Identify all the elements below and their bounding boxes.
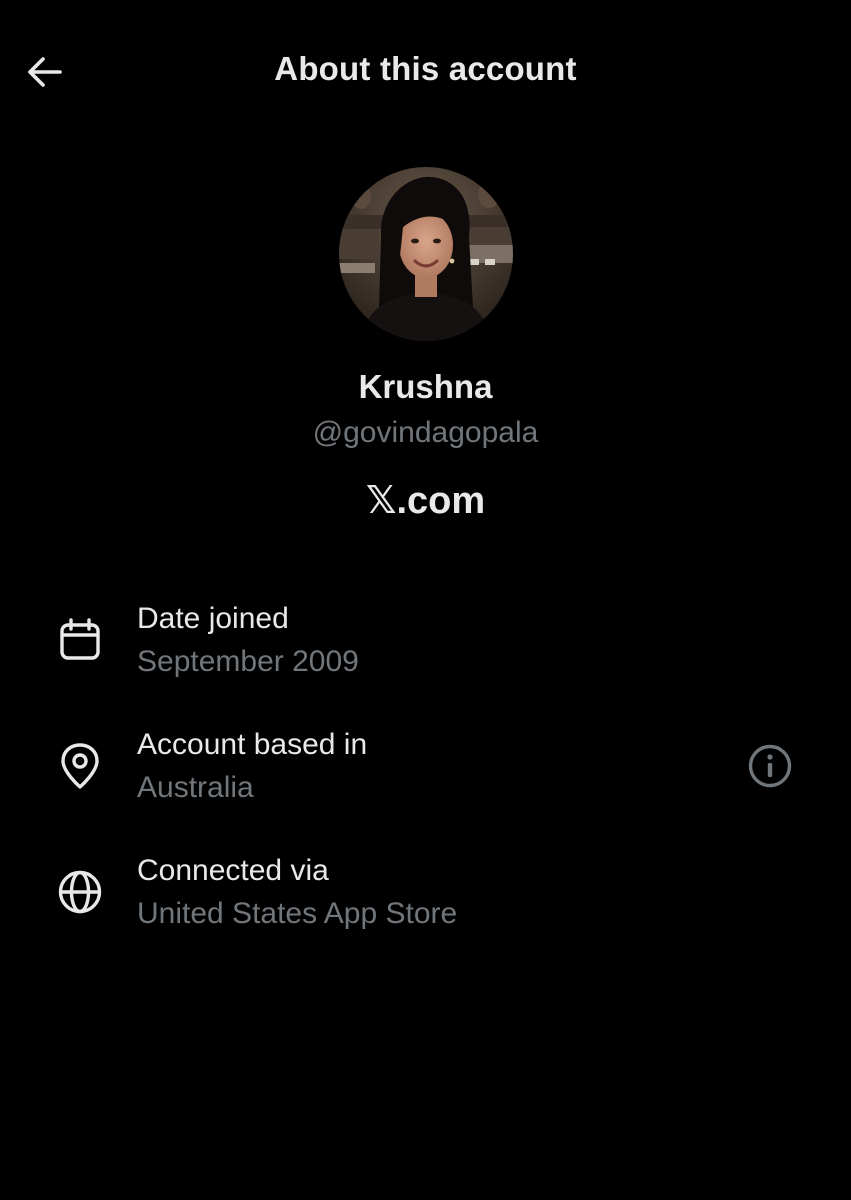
page-title: About this account [274, 50, 577, 87]
date-joined-label: Date joined [137, 602, 289, 635]
display-name: Krushna [358, 368, 493, 405]
domain-label: 𝕏.com [365, 480, 486, 522]
location-info-button[interactable] [744, 740, 796, 792]
connected-via-row: Connected via United States App Store [0, 852, 851, 952]
calendar-icon [60, 618, 100, 660]
connected-via-label: Connected via [137, 854, 329, 887]
profile-photo [339, 167, 513, 341]
connected-via-value: United States App Store [137, 897, 458, 930]
username-handle: @govindagopala [312, 416, 539, 449]
avatar[interactable] [339, 167, 513, 341]
location-pin-icon-wrap [52, 738, 108, 794]
date-joined-value: September 2009 [137, 645, 359, 678]
location-pin-icon [61, 743, 99, 789]
globe-icon [58, 870, 102, 914]
top-bar: About this account [0, 0, 851, 140]
account-based-in-value: Australia [137, 771, 254, 804]
account-based-in-row: Account based in Australia [0, 726, 851, 826]
calendar-icon-wrap [52, 612, 108, 668]
globe-icon-wrap [52, 864, 108, 920]
date-joined-row: Date joined September 2009 [0, 600, 851, 700]
domain-label-wrapper: 𝕏.com [0, 478, 851, 523]
account-based-in-label: Account based in [137, 728, 368, 761]
info-icon [748, 744, 792, 788]
